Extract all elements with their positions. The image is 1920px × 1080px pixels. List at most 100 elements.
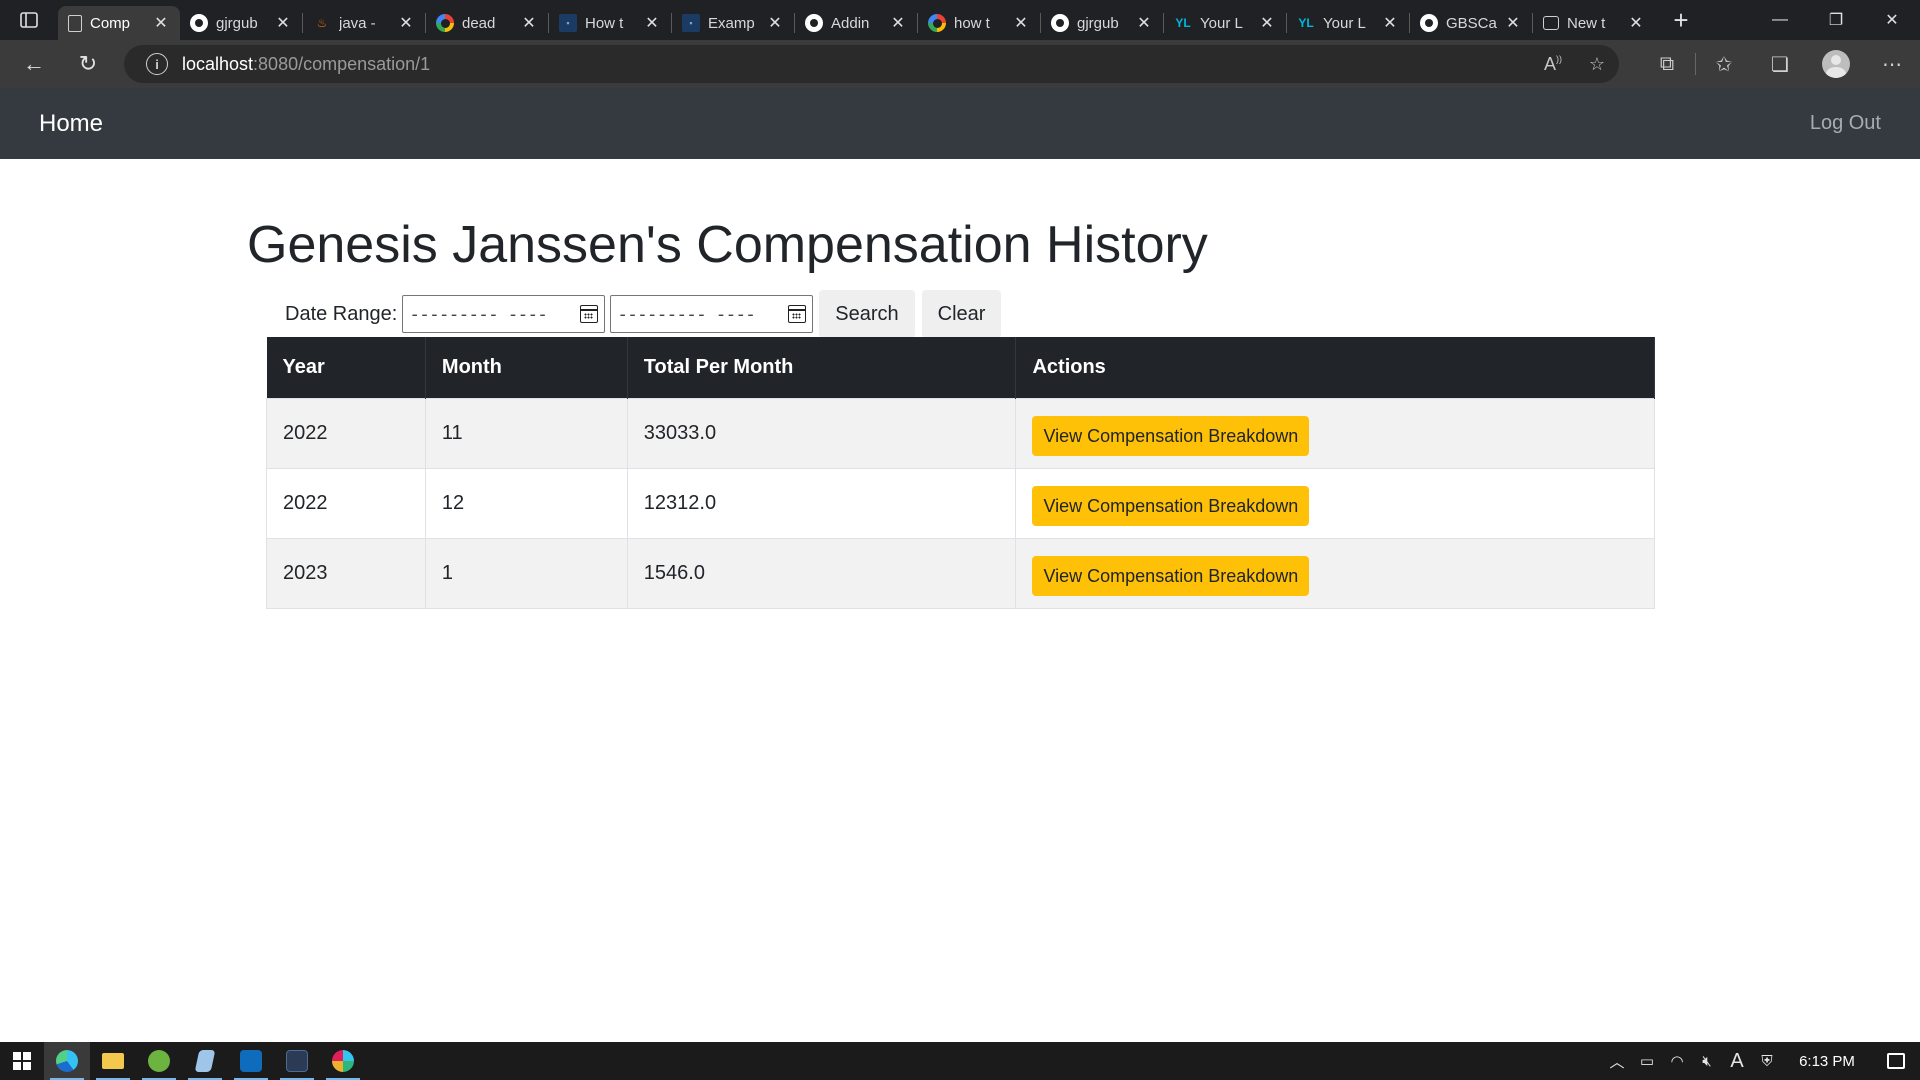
month-cell: 1 xyxy=(424,537,628,609)
view-breakdown-button[interactable]: View Compensation Breakdown xyxy=(1032,556,1310,596)
taskbar-notes[interactable] xyxy=(182,1042,228,1080)
page-title: Genesis Janssen's Compensation History xyxy=(247,216,1208,274)
minimize-icon[interactable]: — xyxy=(1752,0,1808,40)
calendar-icon[interactable] xyxy=(788,305,807,323)
tab-actions-icon[interactable] xyxy=(0,0,58,40)
folder-icon xyxy=(102,1053,124,1069)
table-row: 2022 12 12312.0 View Compensation Breakd… xyxy=(266,467,1655,539)
chevron-up-icon[interactable]: ︿ xyxy=(1602,1051,1632,1072)
address-bar[interactable]: i localhost:8080/compensation/1 A)) ☆ xyxy=(124,45,1619,83)
url-text[interactable]: localhost:8080/compensation/1 xyxy=(182,54,430,75)
tab-new-tab[interactable]: New t ✕ xyxy=(1533,6,1655,40)
battery-icon[interactable]: ▭ xyxy=(1632,1052,1662,1070)
close-icon[interactable]: ✕ xyxy=(1258,13,1276,33)
close-icon[interactable]: ✕ xyxy=(1627,13,1645,33)
volume-muted-icon[interactable]: 🔇︎ xyxy=(1692,1053,1722,1070)
url-path: :8080/compensation/1 xyxy=(253,53,431,74)
taskbar-outlook[interactable] xyxy=(228,1042,274,1080)
edge-icon xyxy=(56,1050,78,1072)
google-icon xyxy=(928,14,946,32)
toolbar-right: ⧉ ✩ ❏ ⋯ xyxy=(1639,40,1920,88)
clock[interactable]: 6:13 PM xyxy=(1782,1053,1872,1070)
view-breakdown-button[interactable]: View Compensation Breakdown xyxy=(1032,416,1310,456)
tab-title: How t xyxy=(585,14,624,32)
close-icon[interactable]: ✕ xyxy=(152,13,170,33)
tab-your-l-2[interactable]: YL Your L ✕ xyxy=(1287,6,1409,40)
start-date-input[interactable]: --------- ---- xyxy=(402,295,606,333)
wifi-icon[interactable]: ◠ xyxy=(1662,1052,1692,1070)
defender-icon[interactable]: ⛨ xyxy=(1752,1053,1782,1070)
tab-google-dead[interactable]: dead ✕ xyxy=(426,6,548,40)
input-language-icon[interactable]: A xyxy=(1722,1050,1752,1073)
clear-button[interactable]: Clear xyxy=(921,290,1002,338)
windows-logo-icon xyxy=(13,1052,31,1070)
tab-compensation[interactable]: Comp ✕ xyxy=(58,6,180,40)
close-icon[interactable]: ✕ xyxy=(520,13,538,33)
terminal-icon xyxy=(286,1050,308,1072)
close-icon[interactable]: ✕ xyxy=(1504,13,1522,33)
close-icon[interactable]: ✕ xyxy=(889,13,907,33)
close-icon[interactable]: ✕ xyxy=(643,13,661,33)
taskbar-vs[interactable] xyxy=(274,1042,320,1080)
close-icon[interactable]: ✕ xyxy=(1135,13,1153,33)
new-tab-button[interactable]: + xyxy=(1661,0,1701,40)
tab-gbsca[interactable]: GBSCa ✕ xyxy=(1410,6,1532,40)
calendar-icon[interactable] xyxy=(580,305,599,323)
start-button[interactable] xyxy=(0,1042,44,1080)
close-icon[interactable]: ✕ xyxy=(397,13,415,33)
close-icon[interactable]: ✕ xyxy=(274,13,292,33)
restore-icon[interactable]: ❐ xyxy=(1808,0,1864,40)
extensions-icon[interactable]: ⧉ xyxy=(1639,53,1695,76)
outlook-icon xyxy=(240,1050,262,1072)
doc-icon: ▪ xyxy=(682,14,700,32)
tab-github-2[interactable]: gjrgub ✕ xyxy=(1041,6,1163,40)
more-options-icon[interactable]: ⋯ xyxy=(1864,52,1920,77)
collections-icon[interactable]: ❏ xyxy=(1752,52,1808,77)
tab-adding[interactable]: Addin ✕ xyxy=(795,6,917,40)
yl-icon: YL xyxy=(1298,16,1314,30)
back-arrow-icon[interactable]: ← xyxy=(12,46,56,82)
site-info-icon[interactable]: i xyxy=(146,53,168,75)
tab-how-to[interactable]: ▪ How t ✕ xyxy=(549,6,671,40)
profile-icon[interactable] xyxy=(1808,50,1864,78)
close-icon[interactable]: ✕ xyxy=(766,13,784,33)
total-cell: 1546.0 xyxy=(626,537,1017,609)
favorites-icon[interactable]: ✩ xyxy=(1696,52,1752,77)
newtab-icon xyxy=(1543,16,1559,30)
total-cell: 33033.0 xyxy=(626,397,1017,469)
year-cell: 2022 xyxy=(266,397,426,469)
read-aloud-icon[interactable]: A)) xyxy=(1531,54,1575,75)
tab-github[interactable]: gjrgub ✕ xyxy=(180,6,302,40)
search-button[interactable]: Search xyxy=(819,290,915,338)
app-navbar: Home Log Out xyxy=(0,88,1920,159)
avatar xyxy=(1822,50,1850,78)
yl-icon: YL xyxy=(1175,16,1191,30)
tab-google-how[interactable]: how t ✕ xyxy=(918,6,1040,40)
close-icon[interactable]: ✕ xyxy=(1381,13,1399,33)
home-link[interactable]: Home xyxy=(39,110,103,138)
close-icon[interactable]: ✕ xyxy=(1012,13,1030,33)
end-date-input[interactable]: --------- ---- xyxy=(610,295,814,333)
date-range-filter: Date Range: --------- ---- --------- ---… xyxy=(285,290,1007,338)
table-body: 2022 11 33033.0 View Compensation Breakd… xyxy=(266,397,1655,609)
start-date-placeholder: --------- ---- xyxy=(409,303,548,325)
compensation-table: Year Month Total Per Month Actions 2022 … xyxy=(266,337,1655,609)
taskbar-file-explorer[interactable] xyxy=(90,1042,136,1080)
tab-title: dead xyxy=(462,14,496,32)
notifications-icon[interactable] xyxy=(1872,1053,1920,1069)
taskbar-slack[interactable] xyxy=(320,1042,366,1080)
taskbar-edge[interactable] xyxy=(44,1042,90,1080)
add-favorite-icon[interactable]: ☆ xyxy=(1575,54,1619,75)
github-icon xyxy=(1420,14,1438,32)
taskbar-spring-tool[interactable] xyxy=(136,1042,182,1080)
logout-link[interactable]: Log Out xyxy=(1810,112,1881,135)
tab-example[interactable]: ▪ Examp ✕ xyxy=(672,6,794,40)
github-icon xyxy=(1051,14,1069,32)
month-cell: 12 xyxy=(424,467,628,539)
view-breakdown-button[interactable]: View Compensation Breakdown xyxy=(1032,486,1310,526)
spring-icon xyxy=(148,1050,170,1072)
tab-java[interactable]: ♨ java - ✕ xyxy=(303,6,425,40)
refresh-icon[interactable]: ↻ xyxy=(66,46,110,82)
close-window-icon[interactable]: ✕ xyxy=(1864,0,1920,40)
tab-your-l[interactable]: YL Your L ✕ xyxy=(1164,6,1286,40)
